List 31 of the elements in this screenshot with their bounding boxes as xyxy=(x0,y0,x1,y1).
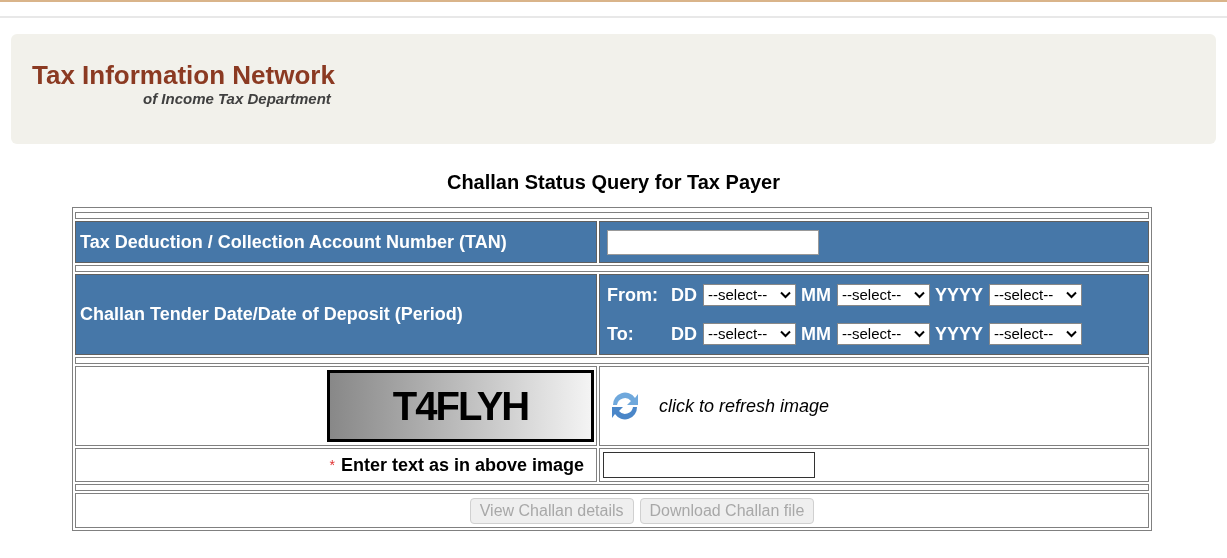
tan-label: Tax Deduction / Collection Account Number (TAN) xyxy=(80,230,507,254)
captcha-input-label: Enter text as in above image xyxy=(340,453,584,477)
captcha-input-field[interactable] xyxy=(603,452,815,478)
period-row-label: From: xyxy=(607,283,659,307)
page-title: Challan Status Query for Tax Payer xyxy=(446,170,781,195)
period-label: Challan Tender Date/Date of Deposit (Period) xyxy=(80,303,463,326)
date-part-label: MM xyxy=(801,283,831,307)
date-select[interactable]: --select-- xyxy=(989,284,1083,306)
chevron-down-icon xyxy=(1066,330,1078,338)
date-part-label: MM xyxy=(801,322,831,346)
date-select[interactable]: --select-- xyxy=(703,284,796,306)
site-subtitle: of Income Tax Department xyxy=(143,90,331,108)
date-part-label: YYYY xyxy=(935,283,984,307)
date-select[interactable]: --select-- xyxy=(703,323,796,345)
chevron-down-icon xyxy=(914,291,925,299)
date-select[interactable]: --select-- xyxy=(837,284,930,306)
date-select[interactable]: --select-- xyxy=(989,323,1083,345)
refresh-link[interactable]: click to refresh image xyxy=(659,392,830,420)
date-select[interactable]: --select-- xyxy=(837,323,930,345)
chevron-down-icon xyxy=(914,330,925,338)
date-part-label: YYYY xyxy=(935,322,984,346)
required-mark: * xyxy=(329,455,335,475)
date-part-label: DD xyxy=(671,322,697,346)
period-row-label: To: xyxy=(607,322,635,346)
captcha-text: T4FLYH xyxy=(392,383,529,430)
tan-input-field[interactable] xyxy=(607,229,819,255)
site-title: Tax Information Network xyxy=(32,60,335,90)
date-part-label: DD xyxy=(671,283,697,307)
chevron-down-icon xyxy=(780,291,791,299)
chevron-down-icon xyxy=(780,330,791,338)
chevron-down-icon xyxy=(1066,291,1078,299)
